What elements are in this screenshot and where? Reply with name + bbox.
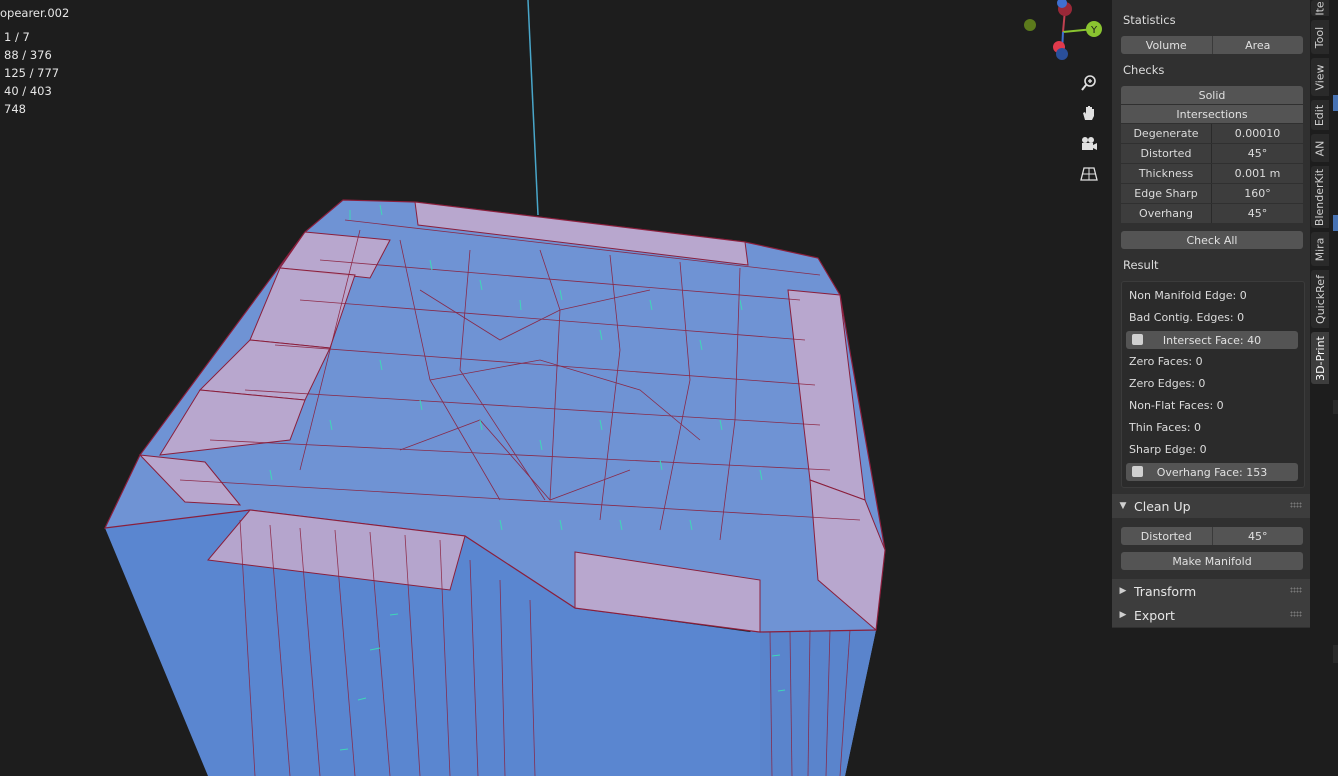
tab-blenderkit[interactable]: BlenderKit (1311, 166, 1329, 228)
tab-item[interactable]: Ite (1311, 0, 1329, 16)
result-zero-faces: Zero Faces: 0 (1129, 355, 1203, 368)
export-panel-header[interactable]: ▶ Export (1112, 603, 1310, 627)
result-sharp-edge: Sharp Edge: 0 (1129, 443, 1207, 456)
degenerate-label[interactable]: Degenerate (1121, 124, 1212, 143)
result-box: Non Manifold Edge: 0 Bad Contig. Edges: … (1121, 281, 1305, 488)
thickness-field[interactable]: Thickness 0.001 m (1121, 164, 1303, 183)
tab-mira-label: Mira (1313, 237, 1327, 261)
distorted-field[interactable]: Distorted 45° (1121, 144, 1303, 163)
overhang-face-label: Overhang Face: 153 (1156, 465, 1268, 479)
region-marker (1333, 95, 1338, 111)
pan-hand-icon[interactable] (1076, 100, 1102, 126)
sidebar-3dprint-panel: Statistics Volume Area Checks Solid Inte… (1112, 0, 1310, 628)
drag-grip-icon[interactable] (1290, 587, 1302, 593)
cleanup-distorted-field[interactable]: Distorted 45° (1121, 527, 1303, 545)
overhang-field[interactable]: Overhang 45° (1121, 204, 1303, 223)
expand-down-icon: ▼ (1119, 501, 1127, 511)
overhang-face-button[interactable]: Overhang Face: 153 (1126, 463, 1298, 481)
result-non-manifold: Non Manifold Edge: 0 (1129, 289, 1247, 302)
tab-view[interactable]: View (1311, 58, 1329, 96)
tab-item-label: Ite (1313, 0, 1327, 16)
object-name: opearer.002 (0, 6, 70, 20)
tab-quickref-label: QuickRef (1313, 274, 1327, 324)
region-marker (1333, 215, 1338, 231)
checks-heading: Checks (1123, 63, 1165, 77)
tab-quickref[interactable]: QuickRef (1311, 270, 1329, 328)
export-title: Export (1134, 607, 1175, 623)
make-manifold-button[interactable]: Make Manifold (1121, 552, 1303, 570)
stat-faces: 40 / 403 (4, 84, 52, 98)
transform-title: Transform (1134, 583, 1197, 599)
distorted-value[interactable]: 45° (1212, 144, 1303, 163)
statistics-heading: Statistics (1123, 13, 1176, 27)
area-button[interactable]: Area (1212, 36, 1303, 54)
stat-triangles: 748 (4, 102, 26, 116)
3d-viewport[interactable]: opearer.002 1 / 7 88 / 376 125 / 777 40 … (0, 0, 1112, 776)
overhang-label[interactable]: Overhang (1121, 204, 1212, 223)
intersect-face-label: Intersect Face: 40 (1162, 333, 1262, 347)
overhang-value[interactable]: 45° (1212, 204, 1303, 223)
edge-sharp-label[interactable]: Edge Sharp (1121, 184, 1212, 203)
viewport-stats: opearer.002 1 / 7 88 / 376 125 / 777 40 … (0, 4, 69, 118)
zoom-icon[interactable] (1076, 70, 1102, 96)
tab-mira[interactable]: Mira (1311, 232, 1329, 266)
volume-button[interactable]: Volume (1121, 36, 1213, 54)
expand-right-icon: ▶ (1119, 610, 1127, 620)
expand-right-icon: ▶ (1119, 586, 1127, 596)
check-all-button[interactable]: Check All (1121, 231, 1303, 249)
tab-3d-print[interactable]: 3D-Print (1311, 332, 1329, 384)
result-heading: Result (1123, 258, 1159, 272)
select-icon (1132, 334, 1143, 345)
distorted-label[interactable]: Distorted (1121, 144, 1212, 163)
tab-edit[interactable]: Edit (1311, 100, 1329, 130)
edge-sharp-value[interactable]: 160° (1212, 184, 1303, 203)
grid-perspective-icon[interactable] (1076, 161, 1102, 187)
result-thin-faces: Thin Faces: 0 (1129, 421, 1202, 434)
cleanup-panel-header[interactable]: ▼ Clean Up (1112, 494, 1310, 518)
solid-button[interactable]: Solid (1121, 86, 1303, 104)
navigation-gizmo[interactable]: Y (1020, 0, 1110, 70)
intersect-face-button[interactable]: Intersect Face: 40 (1126, 331, 1298, 349)
degenerate-field[interactable]: Degenerate 0.00010 (1121, 124, 1303, 143)
cleanup-distorted-value[interactable]: 45° (1212, 527, 1303, 545)
degenerate-value[interactable]: 0.00010 (1212, 124, 1303, 143)
result-bad-contig: Bad Contig. Edges: 0 (1129, 311, 1245, 324)
tab-view-label: View (1313, 63, 1327, 91)
camera-icon[interactable] (1076, 131, 1102, 157)
cleanup-title: Clean Up (1134, 498, 1191, 514)
region-marker (1333, 645, 1338, 663)
tab-blenderkit-label: BlenderKit (1313, 168, 1327, 226)
gizmo-y-label: Y (1090, 25, 1098, 36)
tab-3d-print-label: 3D-Print (1313, 335, 1327, 381)
thickness-value[interactable]: 0.001 m (1212, 164, 1303, 183)
tab-an[interactable]: AN (1311, 134, 1329, 162)
mesh-object[interactable] (0, 0, 1112, 776)
select-icon (1132, 466, 1143, 477)
stat-objects: 1 / 7 (4, 30, 30, 44)
drag-grip-icon[interactable] (1290, 611, 1302, 617)
stat-vertices: 88 / 376 (4, 48, 52, 62)
result-zero-edges: Zero Edges: 0 (1129, 377, 1206, 390)
intersections-button[interactable]: Intersections (1121, 105, 1303, 123)
edge-sharp-field[interactable]: Edge Sharp 160° (1121, 184, 1303, 203)
tab-edit-label: Edit (1313, 104, 1327, 126)
transform-panel-header[interactable]: ▶ Transform (1112, 579, 1310, 603)
tab-tool[interactable]: Tool (1311, 20, 1329, 54)
result-non-flat: Non-Flat Faces: 0 (1129, 399, 1224, 412)
drag-grip-icon[interactable] (1290, 502, 1302, 508)
thickness-label[interactable]: Thickness (1121, 164, 1212, 183)
region-marker (1333, 400, 1338, 414)
tab-an-label: AN (1313, 140, 1327, 156)
statistics-buttons: Volume Area (1121, 36, 1303, 54)
cleanup-distorted-label[interactable]: Distorted (1121, 527, 1213, 545)
stat-edges: 125 / 777 (4, 66, 60, 80)
tab-tool-label: Tool (1313, 26, 1327, 48)
